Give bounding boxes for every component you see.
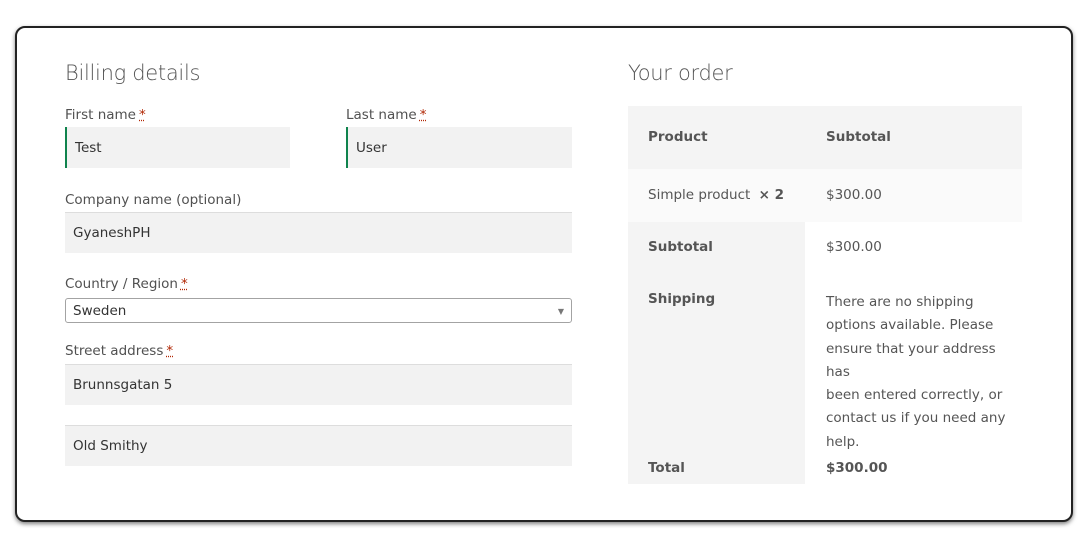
required-mark: * <box>180 276 188 292</box>
required-mark: * <box>419 107 427 123</box>
last-name-value: User <box>356 139 387 156</box>
shipping-line: ensure that your address has <box>826 340 996 380</box>
last-name-label: Last name * <box>346 107 426 123</box>
first-name-label-text: First name <box>65 107 136 123</box>
order-heading: Your order <box>628 61 733 85</box>
street-line1-input[interactable]: Brunnsgatan 5 <box>65 364 572 405</box>
item-quantity: × 2 <box>758 187 785 203</box>
header-product: Product <box>648 129 708 145</box>
shipping-line: help. <box>826 433 860 450</box>
item-name-text: Simple product <box>648 187 751 203</box>
required-mark: * <box>139 107 146 123</box>
required-mark: * <box>166 343 174 359</box>
billing-heading: Billing details <box>65 61 201 85</box>
shipping-message: There are no shipping options available.… <box>826 291 1016 454</box>
street-line2-value: Old Smithy <box>73 438 148 454</box>
subtotal-label: Subtotal <box>648 239 713 255</box>
total-value: $300.00 <box>826 460 888 476</box>
order-totals-label-column <box>628 222 805 484</box>
item-name: Simple product × 2 <box>648 187 784 203</box>
street-label: Street address * <box>65 343 173 359</box>
header-subtotal: Subtotal <box>826 129 891 145</box>
first-name-value: Test <box>75 139 102 156</box>
first-name-label: First name * <box>65 107 146 123</box>
street-label-text: Street address <box>65 343 164 359</box>
item-price: $300.00 <box>826 187 882 203</box>
total-label: Total <box>648 460 685 476</box>
country-select[interactable]: Sweden ▼ <box>65 298 572 323</box>
first-name-input[interactable]: Test <box>65 127 290 168</box>
country-label-text: Country / Region <box>65 276 178 292</box>
country-value: Sweden <box>73 302 127 319</box>
shipping-line: been entered correctly, or <box>826 387 1003 404</box>
shipping-label: Shipping <box>648 291 716 307</box>
chevron-down-icon: ▼ <box>557 307 564 316</box>
country-label: Country / Region * <box>65 276 188 292</box>
last-name-input[interactable]: User <box>346 127 572 168</box>
company-label: Company name (optional) <box>65 192 242 208</box>
shipping-line: options available. Please <box>826 317 994 334</box>
shipping-line: There are no shipping <box>826 294 974 310</box>
company-input[interactable]: GyaneshPH <box>65 212 572 253</box>
shipping-line: contact us if you need any <box>826 410 1006 427</box>
street-line2-input[interactable]: Old Smithy <box>65 425 572 466</box>
company-value: GyaneshPH <box>73 225 151 241</box>
last-name-label-text: Last name <box>346 107 417 123</box>
subtotal-value: $300.00 <box>826 239 882 255</box>
street-line1-value: Brunnsgatan 5 <box>73 377 173 393</box>
